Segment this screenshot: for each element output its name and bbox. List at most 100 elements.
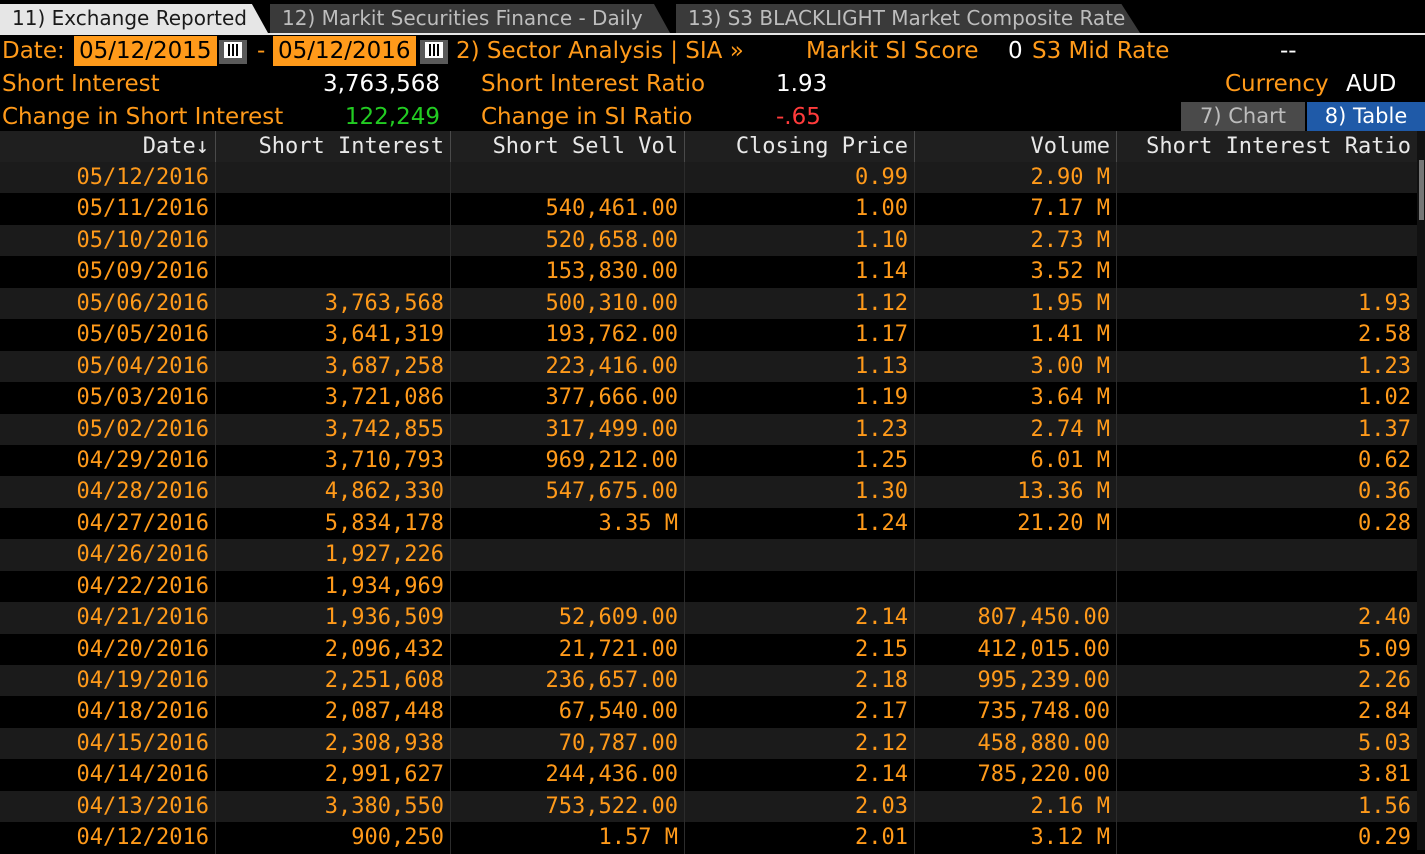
table-cell: 6.01 M: [915, 444, 1117, 477]
table-cell: 3.64 M: [915, 382, 1117, 414]
table-cell: [451, 570, 685, 603]
table-row[interactable]: 04/27/2016 5,834,178 3.35 M 1.24 21.20 M 0.28: [0, 507, 1417, 540]
table-cell: 785,220.00: [915, 759, 1117, 791]
table-cell: 2,308,938: [216, 727, 451, 760]
table-cell: 70,787.00: [451, 727, 685, 760]
table-cell: 1.17: [685, 319, 915, 351]
date-end-field[interactable]: 05/12/2016: [273, 36, 416, 66]
table-cell: 1,934,969: [216, 570, 451, 603]
table-row[interactable]: 04/28/2016 4,862,330 547,675.00 1.30 13.36 M…: [0, 476, 1417, 508]
table-row[interactable]: 05/12/2016 0.99 2.90 M: [0, 162, 1417, 194]
sector-analysis-link[interactable]: 2) Sector Analysis | SIA »: [456, 36, 744, 66]
table-cell: [1117, 162, 1417, 193]
table-cell: 1.24: [685, 507, 915, 540]
tab-markit-securities-finance[interactable]: 12) Markit Securities Finance - Daily: [270, 4, 670, 33]
table-cell: [685, 570, 915, 603]
table-cell: 2.84: [1358, 699, 1411, 725]
table-row[interactable]: 05/05/2016 3,641,319 193,762.00 1.17 1.41 M 2…: [0, 319, 1417, 351]
table-body: 05/12/2016 0.99 2.90 M 05/11/2016 540,461.00…: [0, 162, 1417, 854]
table-row[interactable]: 04/18/2016 2,087,448 67,540.00 2.17 735,748.…: [0, 696, 1417, 728]
table-cell: 13.36 M: [915, 476, 1117, 508]
table-cell: 458,880.00: [915, 727, 1117, 760]
table-cell: 1.14: [685, 256, 915, 288]
table-scrollbar[interactable]: [1417, 131, 1425, 850]
date-start-field[interactable]: 05/12/2015: [74, 36, 217, 66]
table-cell: 1.19: [685, 382, 915, 414]
column-header-short-interest[interactable]: Short Interest: [216, 131, 451, 162]
chart-view-button[interactable]: 7) Chart: [1181, 102, 1305, 131]
table-cell: 04/18/2016: [0, 696, 216, 728]
column-header-si-ratio[interactable]: Short Interest Ratio: [1117, 131, 1417, 162]
table-row[interactable]: 05/04/2016 3,687,258 223,416.00 1.13 3.00 M 1…: [0, 350, 1417, 383]
table-cell: 2.14: [685, 759, 915, 791]
calendar-icon[interactable]: [420, 40, 448, 64]
table-row[interactable]: 05/06/2016 3,763,568 500,310.00 1.12 1.95 M 1…: [0, 287, 1417, 320]
table-cell: 05/02/2016: [0, 413, 216, 445]
column-header-closing-price[interactable]: Closing Price: [685, 131, 915, 162]
markit-si-score-value: 0: [1008, 38, 1023, 64]
table-row[interactable]: 05/03/2016 3,721,086 377,666.00 1.19 3.64 M 1…: [0, 382, 1417, 414]
table-cell: 1.12: [685, 287, 915, 320]
table-row[interactable]: 04/22/2016 1,934,969: [0, 570, 1417, 603]
table-cell: 1.13: [685, 350, 915, 383]
table-row[interactable]: 04/15/2016 2,308,938 70,787.00 2.12 458,880.…: [0, 727, 1417, 760]
table-cell: 2.74 M: [915, 413, 1117, 445]
table-view-button[interactable]: 8) Table: [1307, 102, 1425, 131]
scrollbar-thumb[interactable]: [1419, 160, 1424, 220]
table-row[interactable]: 04/19/2016 2,251,608 236,657.00 2.18 995,239…: [0, 665, 1417, 697]
table-cell: 0.99: [685, 162, 915, 194]
table-cell: 21,721.00: [451, 633, 685, 665]
table-row[interactable]: 04/26/2016 1,927,226: [0, 539, 1417, 571]
table-cell: 1.57 M: [451, 822, 685, 854]
table-row[interactable]: 04/12/2016 900,250 1.57 M 2.01 3.12 M 0.29: [0, 822, 1417, 854]
table-cell: 1.95 M: [915, 287, 1117, 320]
table-row[interactable]: 05/02/2016 3,742,855 317,499.00 1.23 2.74 M 1…: [0, 413, 1417, 445]
table-cell: [451, 539, 685, 571]
si-ratio-value: 1.93: [776, 71, 828, 97]
table-cell: 2.16 M: [915, 790, 1117, 823]
table-cell: 5,834,178: [216, 507, 451, 540]
table-row[interactable]: 05/10/2016 520,658.00 1.10 2.73 M: [0, 224, 1417, 257]
calendar-icon[interactable]: [219, 40, 247, 64]
table-cell: 1.56: [1358, 793, 1411, 819]
table-row[interactable]: 04/29/2016 3,710,793 969,212.00 1.25 6.01 M 0…: [0, 444, 1417, 477]
table-cell: 05/11/2016: [0, 193, 216, 225]
currency-value[interactable]: AUD: [1346, 69, 1396, 99]
column-header-short-sell-vol[interactable]: Short Sell Vol: [451, 131, 685, 162]
table-cell: 05/04/2016: [0, 350, 216, 383]
table-cell: 04/13/2016: [0, 790, 216, 823]
table-cell: 04/20/2016: [0, 633, 216, 665]
tab-s3-blacklight[interactable]: 13) S3 BLACKLIGHT Market Composite Rate: [676, 4, 1140, 33]
column-header-date[interactable]: Date↓: [0, 131, 216, 162]
table-cell: 735,748.00: [915, 696, 1117, 728]
column-header-volume[interactable]: Volume: [915, 131, 1117, 162]
table-cell: 04/22/2016: [0, 570, 216, 603]
table-cell: 05/12/2016: [0, 162, 216, 194]
table-cell: 2.90 M: [915, 162, 1117, 194]
table-cell: 5.09: [1358, 636, 1411, 662]
table-cell: 5.03: [1358, 730, 1411, 756]
table-cell: 2.26: [1358, 668, 1411, 693]
table-cell: 2.12: [685, 727, 915, 760]
tab-exchange-reported[interactable]: 11) Exchange Reported: [0, 4, 268, 33]
table-cell: 1.25: [685, 444, 915, 477]
short-interest-table: Date↓ Short Interest Short Sell Vol Clos…: [0, 131, 1417, 854]
table-cell: 1,936,509: [216, 602, 451, 634]
table-cell: 67,540.00: [451, 696, 685, 728]
table-cell: 52,609.00: [451, 602, 685, 634]
table-cell: 04/28/2016: [0, 476, 216, 508]
table-row[interactable]: 04/13/2016 3,380,550 753,522.00 2.03 2.16 M 1…: [0, 790, 1417, 823]
table-cell: [1117, 539, 1417, 570]
table-row[interactable]: 05/11/2016 540,461.00 1.00 7.17 M: [0, 193, 1417, 225]
table-cell: 3,742,855: [216, 413, 451, 445]
table-cell: 2.58: [1358, 322, 1411, 348]
table-cell: 244,436.00: [451, 759, 685, 791]
table-row[interactable]: 04/14/2016 2,991,627 244,436.00 2.14 785,220…: [0, 759, 1417, 791]
table-row[interactable]: 04/20/2016 2,096,432 21,721.00 2.15 412,015.…: [0, 633, 1417, 665]
table-cell: [216, 256, 451, 288]
table-cell: 3,687,258: [216, 350, 451, 383]
table-row[interactable]: 05/09/2016 153,830.00 1.14 3.52 M: [0, 256, 1417, 288]
table-row[interactable]: 04/21/2016 1,936,509 52,609.00 2.14 807,450.…: [0, 602, 1417, 634]
table-cell: 1.10: [685, 224, 915, 257]
table-cell: 969,212.00: [451, 444, 685, 477]
